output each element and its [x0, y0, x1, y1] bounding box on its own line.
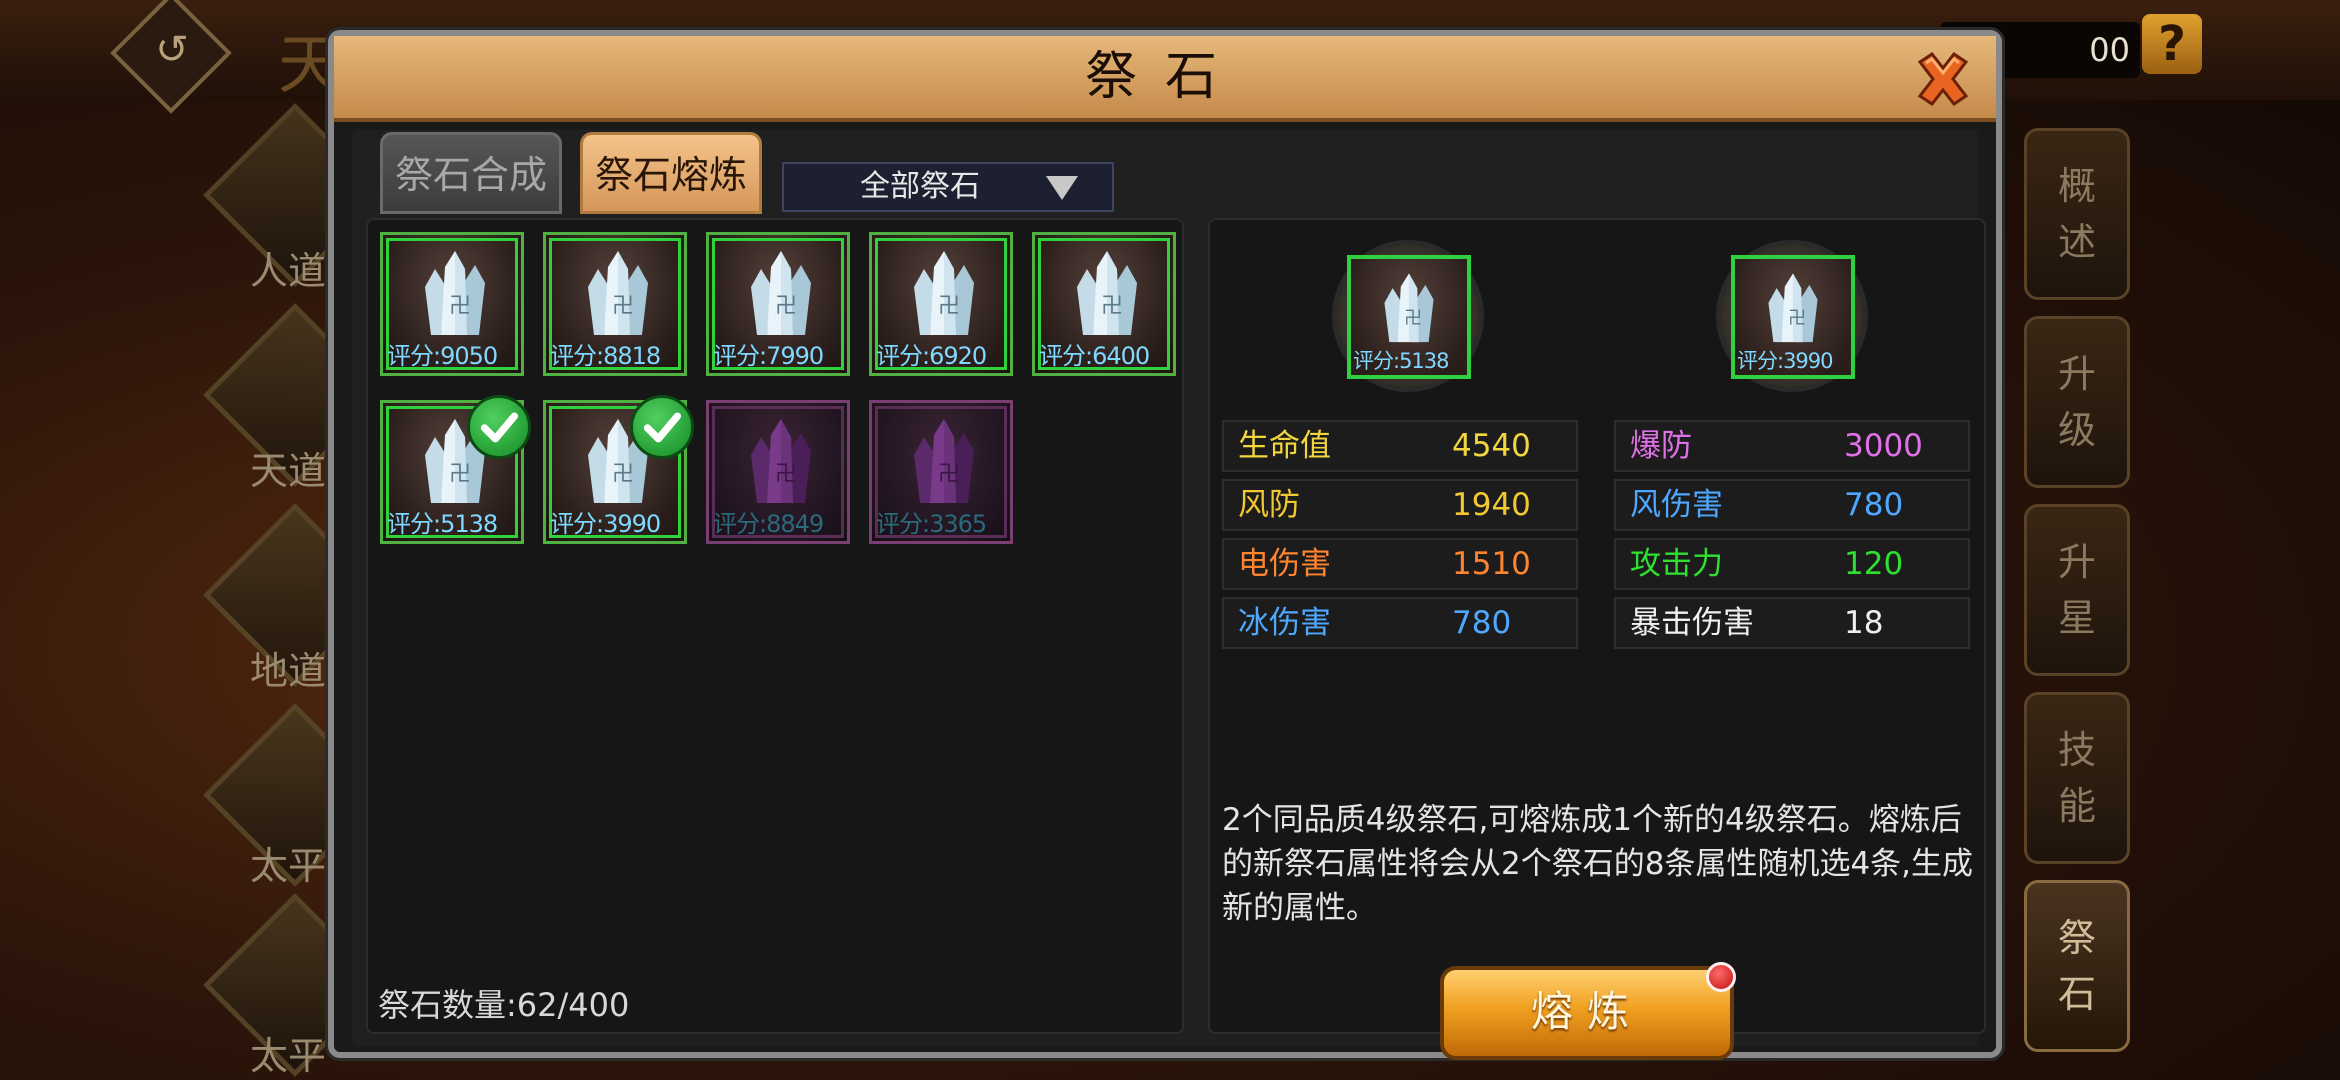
- stat-value: 3000: [1844, 428, 1923, 464]
- stone-slot[interactable]: 卍评分:9050: [380, 232, 524, 376]
- stone-count: 祭石数量:62/400: [378, 986, 630, 1024]
- crystal-icon: 卍: [751, 419, 811, 503]
- stone-slot[interactable]: 卍评分:3365: [869, 400, 1013, 544]
- svg-text:卍: 卍: [1101, 294, 1123, 319]
- svg-text:卍: 卍: [938, 462, 960, 487]
- stone-score: 评分:6400: [1039, 342, 1150, 370]
- smelting-detail-panel: 卍 评分:5138 卍 评分:3990 生命值 4540 爆防 3000 风防 1940 风…: [1208, 218, 1986, 1060]
- svg-text:卍: 卍: [938, 294, 960, 319]
- stat-row: 爆防 3000: [1614, 420, 1970, 472]
- left-menu-label-1: 天道: [250, 449, 327, 493]
- stat-label: 电伤害: [1238, 546, 1331, 582]
- stone-inventory-panel: 卍评分:9050 卍评分:8818 卍评分:7990 卍评分:6920 卍评分:6400…: [366, 218, 1184, 1034]
- stone-score: 评分:8849: [713, 510, 824, 538]
- stat-row: 生命值 4540: [1222, 420, 1578, 472]
- stat-row: 冰伤害 780: [1222, 597, 1578, 649]
- stat-label: 冰伤害: [1238, 605, 1331, 641]
- filter-selected-label: 全部祭石: [860, 169, 980, 204]
- stat-value: 1940: [1452, 487, 1531, 523]
- svg-text:卍: 卍: [612, 294, 634, 319]
- left-menu-label-4: 太平: [250, 1034, 327, 1078]
- stat-row: 电伤害 1510: [1222, 538, 1578, 590]
- checkmark-icon: [630, 395, 694, 459]
- stone-score: 评分:3365: [876, 510, 987, 538]
- stat-label: 风伤害: [1630, 487, 1723, 523]
- stat-value: 4540: [1452, 428, 1531, 464]
- sacrifice-stone-dialog: 祭石 祭石合成 祭石熔炼 全部祭石 卍评分:9050 卍评分:8818 卍评分:79…: [328, 30, 2002, 1060]
- tab-stone-synthesis[interactable]: 祭石合成: [380, 132, 562, 214]
- selected-stone-frame: 卍 评分:3990: [1731, 255, 1855, 379]
- side-tab-sacrifice-stone[interactable]: 祭石: [2024, 880, 2130, 1052]
- svg-text:卍: 卍: [449, 294, 471, 319]
- stone-slot[interactable]: 卍评分:8818: [543, 232, 687, 376]
- svg-text:卍: 卍: [612, 462, 634, 487]
- side-tab-upgrade[interactable]: 升级: [2024, 316, 2130, 488]
- smelt-button-label: 熔炼: [1530, 987, 1643, 1036]
- svg-text:卍: 卍: [1404, 308, 1422, 329]
- dropdown-arrow-icon: [1046, 176, 1078, 200]
- stone-slot[interactable]: 卍评分:7990: [706, 232, 850, 376]
- stat-row: 攻击力 120: [1614, 538, 1970, 590]
- stat-row: 风防 1940: [1222, 479, 1578, 531]
- crystal-icon: 卍: [1768, 273, 1818, 343]
- notification-dot-icon: [1706, 962, 1736, 992]
- crystal-icon: 卍: [425, 251, 485, 335]
- smelting-description: 2个同品质4级祭石,可熔炼成1个新的4级祭石。熔炼后的新祭石属性将会从2个祭石的…: [1222, 802, 1974, 926]
- checkmark-icon: [467, 395, 531, 459]
- dialog-title: 祭石: [1084, 47, 1245, 107]
- side-tab-skill[interactable]: 技能: [2024, 692, 2130, 864]
- crystal-icon: 卍: [751, 251, 811, 335]
- stat-value: 780: [1844, 487, 1904, 523]
- stone-slot[interactable]: 卍评分:5138: [380, 395, 531, 544]
- side-tab-overview[interactable]: 概述: [2024, 128, 2130, 300]
- svg-text:卍: 卍: [449, 462, 471, 487]
- svg-text:卍: 卍: [775, 294, 797, 319]
- selected-stone-slot-2[interactable]: 卍 评分:3990: [1716, 240, 1868, 392]
- selected-stone-slot-1[interactable]: 卍 评分:5138: [1332, 240, 1484, 392]
- stone-score: 评分:7990: [713, 342, 824, 370]
- crystal-icon: 卍: [914, 251, 974, 335]
- crystal-icon: 卍: [1384, 273, 1434, 343]
- left-menu-label-3: 太平: [250, 844, 327, 888]
- stat-label: 风防: [1238, 487, 1300, 523]
- selected-stone-score: 评分:5138: [1353, 349, 1450, 373]
- stat-label: 攻击力: [1630, 546, 1723, 582]
- stat-value: 1510: [1452, 546, 1531, 582]
- svg-text:卍: 卍: [1788, 308, 1806, 329]
- side-tab-star-up[interactable]: 升星: [2024, 504, 2130, 676]
- stat-value: 18: [1844, 605, 1884, 641]
- stone-slot[interactable]: 卍评分:8849: [706, 400, 850, 544]
- stat-value: 120: [1844, 546, 1904, 582]
- close-icon[interactable]: [1912, 48, 1974, 110]
- stat-label: 暴击伤害: [1630, 605, 1754, 641]
- crystal-icon: 卍: [1077, 251, 1137, 335]
- tab-stone-smelting[interactable]: 祭石熔炼: [580, 132, 762, 214]
- back-arrow-icon: ↺: [155, 27, 189, 73]
- stone-slot[interactable]: 卍评分:6400: [1032, 232, 1176, 376]
- stone-score: 评分:9050: [387, 342, 498, 370]
- stat-row: 风伤害 780: [1614, 479, 1970, 531]
- stone-score: 评分:8818: [550, 342, 661, 370]
- left-menu-label-0: 人道: [250, 249, 327, 293]
- stone-slot[interactable]: 卍评分:6920: [869, 232, 1013, 376]
- stone-slot[interactable]: 卍评分:3990: [543, 395, 694, 544]
- selected-stone-frame: 卍 评分:5138: [1347, 255, 1471, 379]
- svg-text:卍: 卍: [775, 462, 797, 487]
- stat-row: 暴击伤害 18: [1614, 597, 1970, 649]
- left-menu-label-2: 地道: [250, 649, 327, 693]
- stone-score: 评分:5138: [387, 510, 498, 538]
- stone-filter-dropdown[interactable]: 全部祭石: [782, 162, 1114, 212]
- help-button[interactable]: ?: [2142, 14, 2202, 74]
- stat-label: 爆防: [1630, 428, 1692, 464]
- crystal-icon: 卍: [914, 419, 974, 503]
- crystal-icon: 卍: [588, 251, 648, 335]
- smelt-button[interactable]: 熔炼: [1440, 962, 1736, 1060]
- stone-score: 评分:3990: [550, 510, 661, 538]
- stone-score: 评分:6920: [876, 342, 987, 370]
- stat-label: 生命值: [1238, 428, 1331, 464]
- stat-value: 780: [1452, 605, 1512, 641]
- selected-stone-score: 评分:3990: [1737, 349, 1834, 373]
